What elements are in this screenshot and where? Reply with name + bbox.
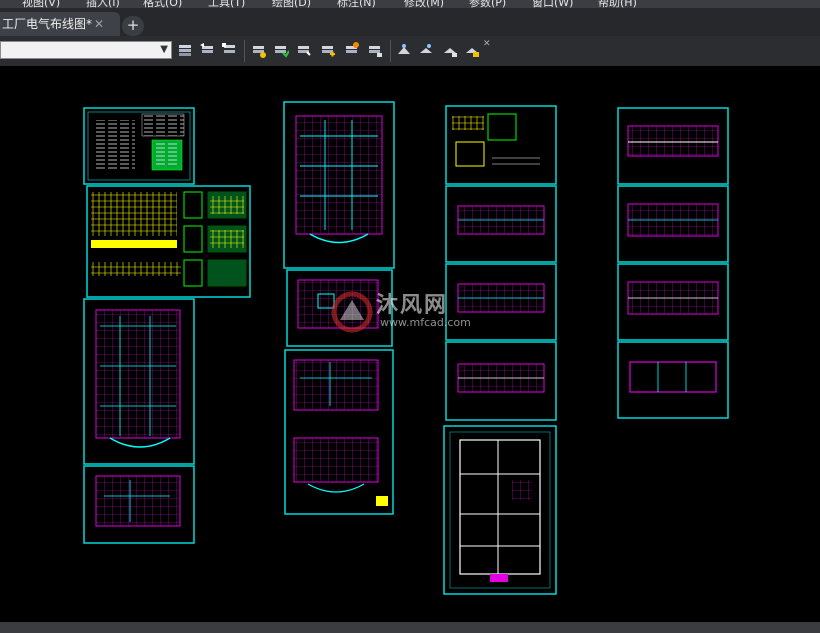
layer-unisolate-icon[interactable]	[296, 42, 312, 58]
menu-modify[interactable]: 修改(M)	[404, 0, 444, 8]
watermark-text: 沐风网	[376, 293, 449, 318]
status-bar	[0, 622, 820, 633]
layer-properties-icon[interactable]	[177, 42, 193, 58]
new-tab-button[interactable]: +	[122, 16, 144, 36]
layer-off-icon[interactable]	[344, 42, 360, 58]
sheet-floor-plan-2[interactable]	[83, 465, 195, 544]
watermark-logo-icon	[331, 291, 373, 333]
drawing-canvas[interactable]	[0, 66, 820, 622]
menu-tools[interactable]: 工具(T)	[208, 0, 245, 8]
plus-icon: +	[126, 16, 140, 34]
sheet-large-layout[interactable]	[443, 425, 557, 595]
sheet-wide-plan-1[interactable]	[445, 185, 557, 263]
sheet-detail[interactable]	[445, 105, 557, 185]
layer-isolate-icon[interactable]	[273, 42, 289, 58]
sheet-tall-plan-2[interactable]	[284, 349, 394, 515]
document-tab-bar: 工厂电气布线图* ✕ +	[0, 8, 820, 36]
sheet-floor-plan-1[interactable]	[83, 298, 195, 465]
chevron-down-icon[interactable]: ▼	[160, 44, 168, 55]
layer-dropdown[interactable]: ▼	[0, 41, 172, 59]
toolbar-separator	[244, 40, 245, 62]
menu-draw[interactable]: 绘图(D)	[272, 0, 311, 8]
layers-toolbar: ▼ ✕	[0, 36, 820, 66]
close-icon[interactable]: ✕	[94, 12, 104, 36]
sheet-tall-plan-1[interactable]	[283, 101, 395, 269]
tab-drawing[interactable]: 工厂电气布线图* ✕	[0, 12, 120, 36]
menu-insert[interactable]: 插入(I)	[86, 0, 120, 8]
layer-lock-icon[interactable]	[367, 42, 383, 58]
layer-delete-icon[interactable]	[442, 42, 458, 58]
tab-title: 工厂电气布线图*	[2, 17, 93, 31]
sheet-wide-plan-6[interactable]	[617, 263, 729, 341]
match-layer-icon[interactable]	[251, 42, 267, 58]
layer-merge-icon[interactable]	[418, 42, 434, 58]
watermark: 沐风网 www.mfcad.com	[330, 290, 500, 340]
menu-dimension[interactable]: 标注(N)	[337, 0, 376, 8]
sheet-wide-plan-3[interactable]	[445, 341, 557, 421]
watermark-url: www.mfcad.com	[380, 316, 471, 329]
sheet-wide-plan-4[interactable]	[617, 107, 729, 185]
menu-parameter[interactable]: 参数(P)	[469, 0, 506, 8]
sheet-cover-notes[interactable]	[83, 107, 195, 185]
layer-copy-icon[interactable]	[464, 42, 480, 58]
menu-view[interactable]: 视图(V)	[22, 0, 60, 8]
sheet-wide-plan-5[interactable]	[617, 185, 729, 263]
menu-help[interactable]: 帮助(H)	[598, 0, 637, 8]
sheet-distribution-diagram[interactable]	[86, 185, 251, 298]
layer-previous-icon[interactable]	[199, 42, 215, 58]
sheet-wide-plan-7[interactable]	[617, 341, 729, 419]
layer-state-icon[interactable]	[221, 42, 237, 58]
menu-window[interactable]: 窗口(W)	[532, 0, 573, 8]
toolbar-separator	[390, 40, 391, 62]
toolbar-close-icon[interactable]: ✕	[483, 39, 491, 49]
menu-format[interactable]: 格式(O)	[143, 0, 182, 8]
layer-freeze-icon[interactable]	[320, 42, 336, 58]
menu-bar: 视图(V) 插入(I) 格式(O) 工具(T) 绘图(D) 标注(N) 修改(M…	[0, 0, 820, 8]
layer-walk-icon[interactable]	[396, 42, 412, 58]
